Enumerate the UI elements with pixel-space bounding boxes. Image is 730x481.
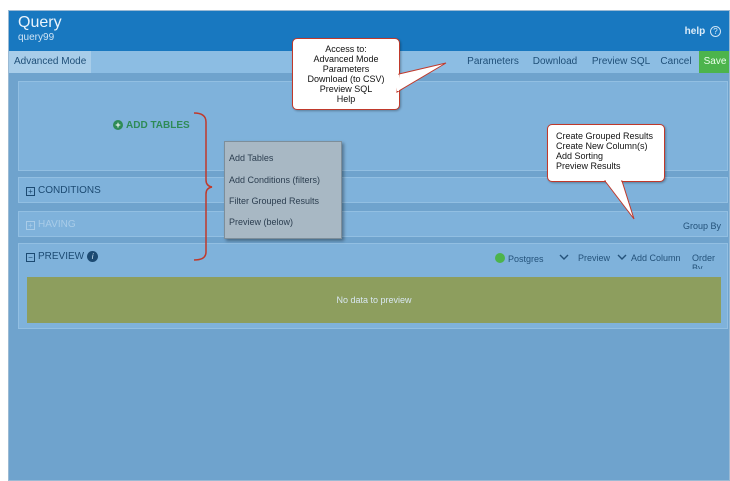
- preview-mode-dropdown[interactable]: Preview: [578, 253, 627, 263]
- chevron-down-icon: [617, 254, 627, 260]
- add-tables-label[interactable]: ADD TABLES: [126, 120, 190, 131]
- callout-line: Preview SQL: [319, 84, 373, 94]
- group-by-button[interactable]: Group By: [683, 221, 721, 231]
- preview-sql-button[interactable]: Preview SQL: [589, 51, 653, 73]
- collapse-icon[interactable]: −: [26, 253, 35, 262]
- database-dropdown-icon[interactable]: [559, 253, 569, 263]
- callout-line: Access to:: [325, 44, 367, 54]
- help-icon[interactable]: ?: [710, 26, 721, 37]
- expand-icon[interactable]: +: [26, 221, 35, 230]
- callout-line: Create New Column(s): [556, 141, 648, 151]
- info-icon[interactable]: i: [87, 251, 99, 262]
- menu-item: Filter Grouped Results: [229, 196, 320, 206]
- callout-line: Download (to CSV): [307, 74, 385, 84]
- preview-title[interactable]: − PREVIEW i: [26, 251, 99, 262]
- expand-icon[interactable]: +: [26, 187, 35, 196]
- parameters-button[interactable]: Parameters: [464, 51, 522, 73]
- database-label[interactable]: Postgres: [508, 254, 544, 264]
- feature-menu: Add Tables Add Conditions (filters) Filt…: [224, 141, 342, 239]
- callout-toolbar: Access to: Advanced Mode Parameters Down…: [292, 38, 400, 110]
- add-column-button[interactable]: Add Column: [631, 253, 681, 263]
- app-title: Query: [18, 14, 62, 31]
- conditions-header[interactable]: + CONDITIONS: [26, 185, 101, 196]
- menu-item: Add Tables: [229, 153, 274, 163]
- callout-line: Help: [336, 94, 356, 104]
- add-tables-button[interactable]: + ADD TABLES: [113, 120, 190, 131]
- save-button[interactable]: Save: [699, 51, 729, 73]
- callout-line: Add Sorting: [556, 151, 604, 161]
- cancel-button[interactable]: Cancel: [657, 51, 695, 73]
- preview-label[interactable]: PREVIEW: [38, 251, 84, 262]
- empty-preview-message: No data to preview: [27, 277, 721, 323]
- query-name[interactable]: query99: [18, 32, 54, 43]
- having-header[interactable]: + HAVING: [26, 219, 76, 230]
- download-button[interactable]: Download: [530, 51, 580, 73]
- callout-line: Parameters: [322, 64, 370, 74]
- having-panel[interactable]: + HAVING Group By: [18, 211, 728, 237]
- preview-header: − PREVIEW i Postgres Preview Add Column Or…: [18, 243, 728, 273]
- conditions-label[interactable]: CONDITIONS: [38, 185, 101, 196]
- menu-item: Preview (below): [229, 217, 294, 227]
- callout-line: Preview Results: [556, 161, 621, 171]
- callout-preview: Create Grouped Results Create New Column…: [547, 124, 665, 182]
- callout-line: Advanced Mode: [313, 54, 379, 64]
- preview-mode-label[interactable]: Preview: [578, 253, 610, 263]
- callout-line: Create Grouped Results: [556, 131, 654, 141]
- help-label[interactable]: help: [685, 26, 706, 37]
- plus-circle-icon[interactable]: +: [113, 120, 123, 130]
- status-dot-icon: [495, 253, 505, 263]
- preview-panel: No data to preview: [18, 269, 728, 329]
- having-label[interactable]: HAVING: [38, 219, 76, 230]
- advanced-mode-button[interactable]: Advanced Mode: [9, 51, 91, 73]
- help-link[interactable]: help ?: [685, 26, 721, 37]
- menu-item: Add Conditions (filters): [229, 175, 321, 185]
- database-selector[interactable]: Postgres: [495, 253, 544, 264]
